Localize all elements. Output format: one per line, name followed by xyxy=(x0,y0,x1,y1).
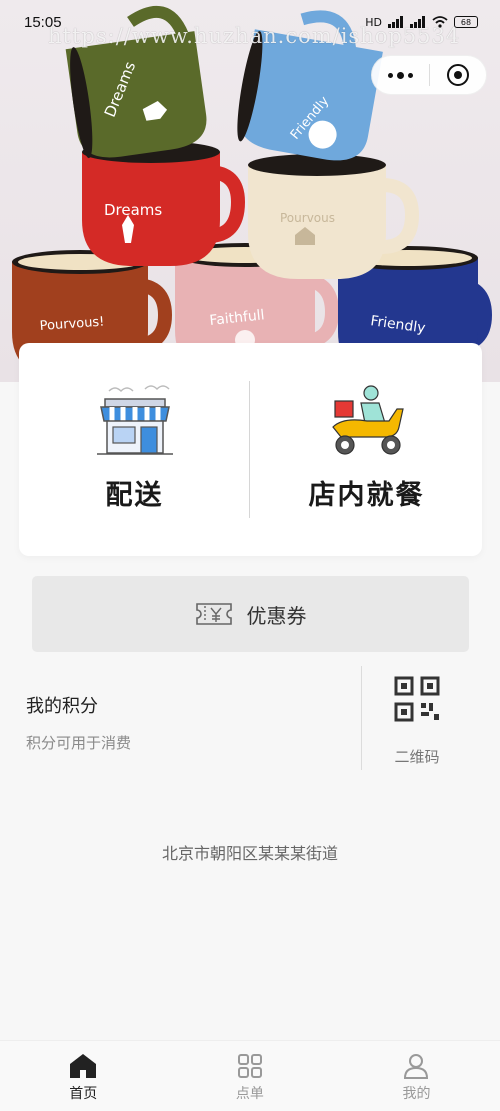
close-miniprogram-button[interactable] xyxy=(429,55,486,95)
status-icons: HD 68 xyxy=(365,16,478,29)
tab-home[interactable]: 首页 xyxy=(0,1041,167,1111)
more-button[interactable] xyxy=(372,55,429,95)
home-icon xyxy=(70,1054,97,1078)
points-divider xyxy=(361,666,362,770)
status-bar: 15:05 HD 68 xyxy=(0,0,500,44)
signal-icon-2 xyxy=(410,16,425,28)
tab-order-label: 点单 xyxy=(235,1086,264,1102)
order-divider xyxy=(249,381,250,518)
store-address: 北京市朝阳区某某某街道 xyxy=(161,844,338,863)
tab-mine[interactable]: 我的 xyxy=(333,1041,500,1111)
miniprogram-capsule xyxy=(371,55,487,95)
target-icon xyxy=(446,64,469,86)
delivery-option[interactable]: 配送 xyxy=(19,343,250,556)
coupon-label: 优惠券 xyxy=(246,603,307,628)
user-icon xyxy=(404,1054,429,1079)
battery-level: 68 xyxy=(460,17,472,27)
signal-icon xyxy=(388,16,403,28)
coupon-button[interactable]: 优惠券 xyxy=(32,576,469,652)
points-title: 我的积分 xyxy=(26,696,98,717)
delivery-label: 配送 xyxy=(105,480,164,511)
svg-text:Pourvous: Pourvous xyxy=(280,211,335,225)
dine-in-option[interactable]: 店内就餐 xyxy=(251,343,482,556)
qrcode-button[interactable]: 二维码 xyxy=(382,676,452,767)
qrcode-icon xyxy=(394,676,440,722)
tab-bar: 首页 点单 我的 xyxy=(0,1040,500,1111)
more-dots-icon xyxy=(387,71,413,79)
qrcode-label: 二维码 xyxy=(394,748,440,766)
battery-icon: 68 xyxy=(454,16,478,28)
coupon-icon xyxy=(195,603,232,625)
wifi-icon xyxy=(432,16,448,28)
tab-home-label: 首页 xyxy=(69,1086,98,1102)
tab-mine-label: 我的 xyxy=(402,1086,431,1102)
order-type-card: 配送 店内就餐 xyxy=(19,343,482,556)
scooter-icon xyxy=(331,385,404,455)
network-label: HD xyxy=(365,15,382,29)
points-section[interactable]: 我的积分 积分可用于消费 xyxy=(26,692,131,753)
status-time: 15:05 xyxy=(24,13,62,31)
tab-order[interactable]: 点单 xyxy=(167,1041,334,1111)
dine-in-label: 店内就餐 xyxy=(308,480,425,511)
shop-icon xyxy=(96,385,173,455)
svg-text:Dreams: Dreams xyxy=(104,201,162,219)
points-subtitle: 积分可用于消费 xyxy=(26,734,132,752)
grid-icon xyxy=(237,1054,262,1078)
